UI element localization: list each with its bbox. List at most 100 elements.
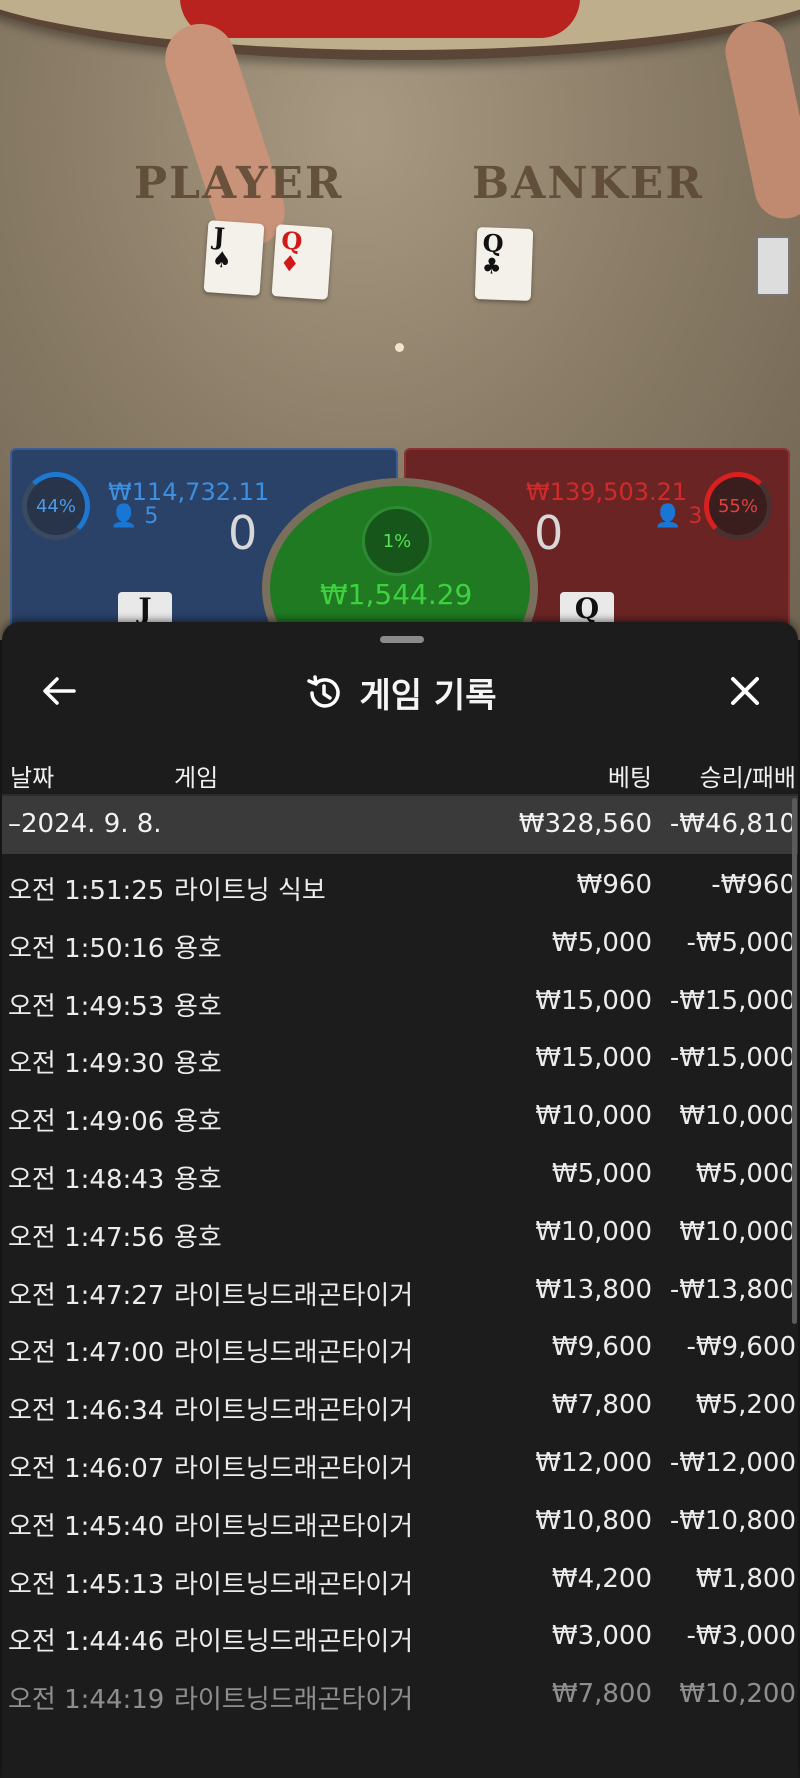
row-game: 용호	[174, 1222, 222, 1253]
table-row[interactable]: 오전 1:45:40 라이트닝드래곤타이거 ₩10,800 -₩10,800	[2, 1492, 798, 1550]
row-result: -₩5,000	[686, 927, 796, 958]
row-bet: ₩960	[576, 870, 652, 900]
row-game: 라이트닝드래곤타이거	[174, 1511, 414, 1542]
row-result: -₩3,000	[686, 1621, 796, 1652]
row-time: 오전 1:47:56	[8, 1222, 165, 1253]
row-result: -₩15,000	[669, 985, 796, 1016]
row-result: ₩5,200	[695, 1390, 796, 1421]
row-result: ₩1,800	[695, 1563, 796, 1594]
row-game: 용호	[174, 1049, 222, 1080]
table-row[interactable]: 오전 1:48:43 용호 ₩5,000 ₩5,000	[2, 1145, 798, 1203]
row-bet: ₩15,000	[535, 985, 652, 1016]
row-time: 오전 1:47:00	[8, 1338, 165, 1369]
player-card: J ♠	[203, 220, 265, 296]
table-row[interactable]: 오전 1:44:19 라이트닝드래곤타이거 ₩7,800 ₩10,200	[2, 1665, 798, 1723]
banker-bet-total: ₩139,503.21	[526, 478, 688, 506]
table-row[interactable]: 오전 1:46:34 라이트닝드래곤타이거 ₩7,800 ₩5,200	[2, 1376, 798, 1434]
row-result: -₩960	[711, 870, 796, 900]
column-bet: 베팅	[607, 764, 652, 792]
column-date: 날짜	[10, 764, 55, 792]
row-time: 오전 1:44:46	[8, 1627, 165, 1658]
group-date: –2024. 9. 8.	[8, 809, 162, 839]
banker-bettor-count: 👤 3	[654, 504, 703, 529]
banker-zone-label: BANKER	[472, 158, 704, 209]
row-game: 라이트닝드래곤타이거	[174, 1338, 414, 1369]
row-game: 라이트닝드래곤타이거	[174, 1569, 414, 1600]
table-row[interactable]: 오전 1:51:25 라이트닝 식보 ₩960 -₩960	[2, 856, 798, 914]
row-time: 오전 1:48:43	[8, 1164, 165, 1195]
player-bet-total: ₩114,732.11	[108, 478, 270, 506]
row-time: 오전 1:49:30	[8, 1049, 165, 1080]
row-result: ₩10,200	[679, 1679, 796, 1710]
close-button[interactable]	[720, 666, 770, 716]
card-shoe	[756, 236, 790, 296]
user-icon: 👤	[654, 504, 682, 529]
row-result: -₩13,800	[669, 1274, 796, 1305]
row-bet: ₩5,000	[551, 927, 652, 958]
table-row[interactable]: 오전 1:50:16 용호 ₩5,000 -₩5,000	[2, 914, 798, 972]
row-time: 오전 1:46:07	[8, 1453, 165, 1484]
row-bet: ₩15,000	[535, 1043, 652, 1074]
group-bet-total: ₩328,560	[518, 809, 652, 839]
player-bettor-count: 👤 5	[110, 504, 159, 529]
column-result: 승리/패배	[699, 764, 796, 792]
group-result-total: -₩46,810	[669, 809, 796, 839]
row-time: 오전 1:50:16	[8, 933, 165, 964]
row-game: 라이트닝드래곤타이거	[174, 1396, 414, 1427]
row-game: 라이트닝드래곤타이거	[174, 1280, 414, 1311]
history-list: 오전 1:51:25 라이트닝 식보 ₩960 -₩960 오전 1:50:16 용호 ₩5…	[2, 856, 798, 1723]
table-row[interactable]: 오전 1:46:07 라이트닝드래곤타이거 ₩12,000 -₩12,000	[2, 1434, 798, 1492]
row-game: 라이트닝드래곤타이거	[174, 1685, 414, 1716]
player-score: 0	[228, 506, 258, 560]
column-game: 게임	[174, 764, 219, 792]
table-row[interactable]: 오전 1:44:46 라이트닝드래곤타이거 ₩3,000 -₩3,000	[2, 1607, 798, 1665]
row-bet: ₩7,800	[551, 1679, 652, 1710]
row-bet: ₩10,800	[535, 1505, 652, 1536]
dealer-arm	[719, 15, 800, 225]
player-percent-ring: 44%	[22, 472, 90, 540]
player-card: Q ♦	[271, 224, 333, 300]
table-row[interactable]: 오전 1:47:27 라이트닝드래곤타이거 ₩13,800 -₩13,800	[2, 1261, 798, 1319]
tie-percent-ring: 1%	[362, 506, 432, 576]
table-row[interactable]: 오전 1:47:00 라이트닝드래곤타이거 ₩9,600 -₩9,600	[2, 1318, 798, 1376]
row-game: 용호	[174, 1164, 222, 1195]
table-header: 날짜 게임 베팅 승리/패배	[2, 752, 798, 792]
dealer	[180, 0, 580, 38]
row-time: 오전 1:46:34	[8, 1396, 165, 1427]
row-result: -₩15,000	[669, 1043, 796, 1074]
row-result: ₩5,000	[695, 1158, 796, 1189]
row-bet: ₩7,800	[551, 1390, 652, 1421]
page-title: 게임 기록	[359, 676, 497, 716]
banker-score: 0	[534, 506, 564, 560]
table-row[interactable]: 오전 1:47:56 용호 ₩10,000 ₩10,000	[2, 1203, 798, 1261]
tie-percent: 1%	[382, 530, 412, 552]
game-history-sheet: 게임 기록 날짜 게임 베팅 승리/패배 –2024. 9. 8. ₩328,5…	[2, 622, 798, 1778]
banker-percent: 55%	[717, 495, 758, 517]
row-bet: ₩12,000	[535, 1447, 652, 1478]
row-result: -₩9,600	[686, 1332, 796, 1363]
drag-handle[interactable]	[380, 636, 424, 643]
table-row[interactable]: 오전 1:49:30 용호 ₩15,000 -₩15,000	[2, 1029, 798, 1087]
scrollbar[interactable]	[792, 798, 797, 1324]
row-game: 라이트닝 식보	[174, 876, 326, 906]
row-result: -₩12,000	[669, 1447, 796, 1478]
row-game: 라이트닝드래곤타이거	[174, 1453, 414, 1484]
table-row[interactable]: 오전 1:49:06 용호 ₩10,000 ₩10,000	[2, 1087, 798, 1145]
row-time: 오전 1:47:27	[8, 1280, 165, 1311]
row-bet: ₩4,200	[551, 1563, 652, 1594]
row-result: -₩10,800	[669, 1505, 796, 1536]
history-icon	[306, 674, 340, 708]
date-group-row[interactable]: –2024. 9. 8. ₩328,560 -₩46,810	[2, 796, 798, 854]
row-result: ₩10,000	[679, 1101, 796, 1132]
row-bet: ₩3,000	[551, 1621, 652, 1652]
banker-percent-ring: 55%	[704, 472, 772, 540]
row-time: 오전 1:44:19	[8, 1685, 165, 1716]
tie-bet-total: ₩1,544.29	[320, 578, 473, 611]
banker-card: Q ♣	[474, 227, 534, 301]
user-icon: 👤	[110, 504, 138, 529]
row-time: 오전 1:45:13	[8, 1569, 165, 1600]
row-time: 오전 1:45:40	[8, 1511, 165, 1542]
table-row[interactable]: 오전 1:45:13 라이트닝드래곤타이거 ₩4,200 ₩1,800	[2, 1550, 798, 1608]
table-row[interactable]: 오전 1:49:53 용호 ₩15,000 -₩15,000	[2, 972, 798, 1030]
row-bet: ₩13,800	[535, 1274, 652, 1305]
